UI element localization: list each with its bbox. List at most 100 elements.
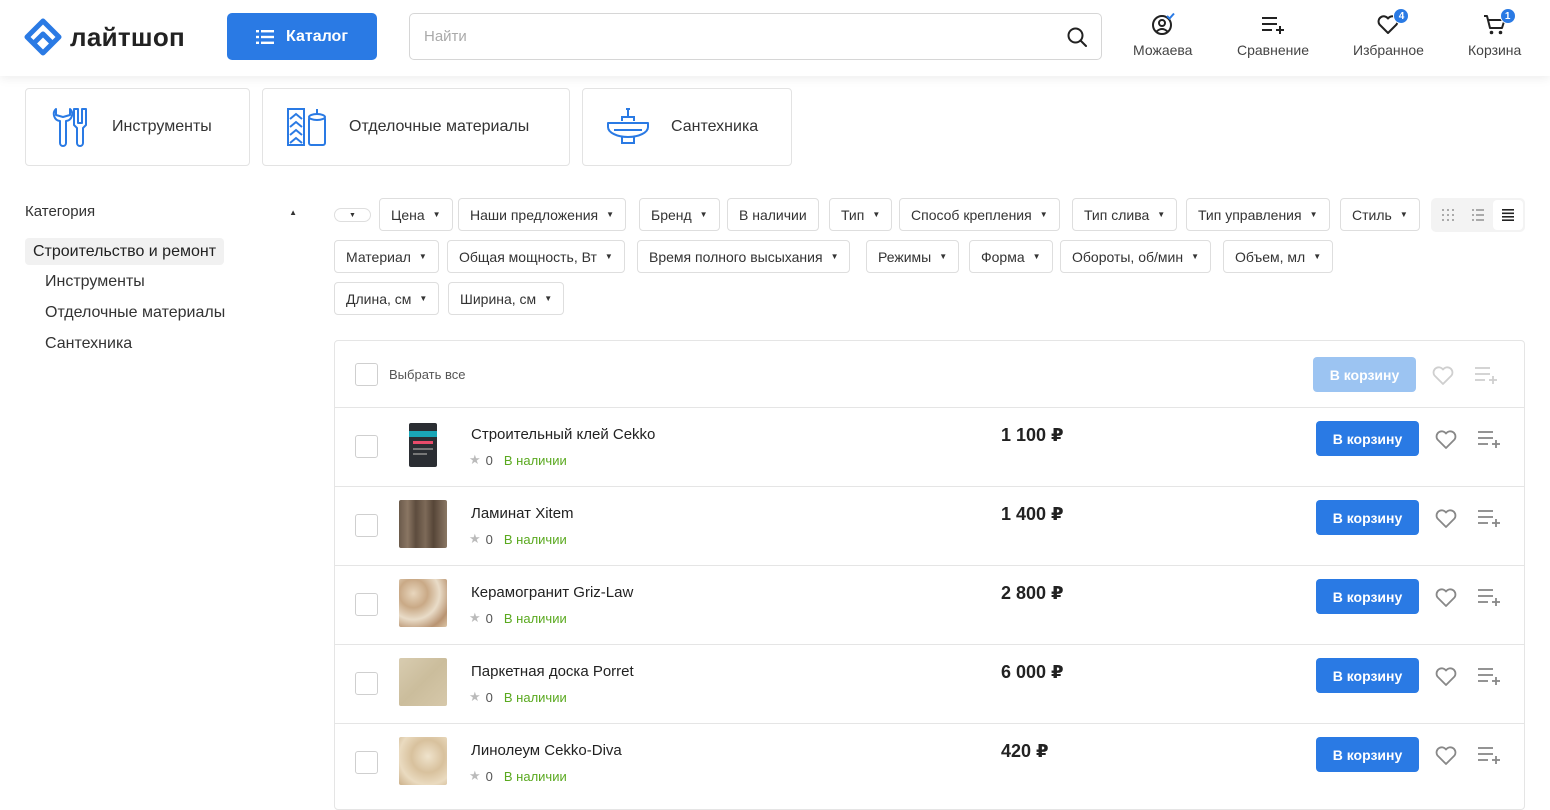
filter-label: Материал [346, 248, 411, 265]
product-name[interactable]: Ламинат Xitem [471, 505, 574, 522]
product-name[interactable]: Паркетная доска Porret [471, 663, 634, 680]
compare-icon [1260, 12, 1286, 38]
site-header: лайтшоп Каталог Можаева [0, 0, 1550, 76]
sidebar-item-tools[interactable]: Инструменты [45, 273, 145, 291]
compare-icon[interactable] [1477, 429, 1501, 451]
filter-volume[interactable]: Объем, мл ▼ [1223, 240, 1334, 273]
filter-collapsed[interactable]: ▼ [334, 208, 371, 222]
filter-price[interactable]: Цена ▼ [379, 198, 453, 231]
caret-down-icon: ▼ [606, 210, 615, 219]
table-header-row: Выбрать все В корзину [335, 341, 1524, 408]
caret-down-icon: ▼ [872, 210, 881, 219]
product-meta: ★ 0 В наличии [469, 531, 567, 547]
user-name: Можаева [1133, 42, 1193, 58]
add-to-cart-button[interactable]: В корзину [1316, 658, 1419, 693]
category-card-finishing[interactable]: Отделочные материалы [262, 88, 570, 166]
filter-style[interactable]: Стиль ▼ [1340, 198, 1420, 231]
bulk-add-to-cart-button[interactable]: В корзину [1313, 357, 1416, 392]
heart-icon[interactable] [1432, 365, 1454, 387]
heart-icon[interactable] [1435, 745, 1457, 767]
caret-down-icon: ▼ [432, 210, 441, 219]
filter-drain-type[interactable]: Тип слива ▼ [1072, 198, 1178, 231]
logo[interactable]: лайтшоп [24, 18, 185, 56]
compare-icon[interactable] [1477, 666, 1501, 688]
compare-label: Сравнение [1237, 42, 1309, 58]
add-to-cart-button[interactable]: В корзину [1316, 579, 1419, 614]
finishing-materials-icon [287, 108, 326, 146]
row-checkbox[interactable] [355, 593, 378, 616]
filter-power[interactable]: Общая мощность, Вт ▼ [447, 240, 625, 273]
filter-label: Длина, см [346, 290, 412, 307]
filter-label: Способ крепления [911, 206, 1032, 223]
caret-down-icon: ▼ [1039, 210, 1048, 219]
filter-label: В наличии [739, 206, 807, 223]
cart-link[interactable]: 1 Корзина [1468, 8, 1521, 58]
sidebar-item-active[interactable]: Строительство и ремонт [25, 238, 225, 265]
sidebar-item-finishing[interactable]: Отделочные материалы [45, 304, 225, 322]
sidebar-item-plumbing[interactable]: Сантехника [45, 335, 132, 353]
select-all-checkbox[interactable] [355, 363, 378, 386]
product-image[interactable] [399, 658, 447, 706]
view-toggle [1431, 198, 1525, 232]
compare-icon[interactable] [1477, 587, 1501, 609]
category-card-tools[interactable]: Инструменты [25, 88, 250, 166]
compare-icon[interactable] [1477, 508, 1501, 530]
caret-up-icon: ▲ [289, 208, 297, 217]
search-icon[interactable] [1067, 27, 1087, 47]
filter-control-type[interactable]: Тип управления ▼ [1186, 198, 1330, 231]
search-bar [409, 13, 1102, 60]
favorites-link[interactable]: 4 Избранное [1353, 8, 1424, 58]
grid-view-icon[interactable] [1433, 200, 1463, 230]
filter-brand[interactable]: Бренд ▼ [639, 198, 720, 231]
filter-width[interactable]: Ширина, см ▼ [448, 282, 565, 315]
category-card-plumbing[interactable]: Сантехника [582, 88, 792, 166]
filter-modes[interactable]: Режимы ▼ [866, 240, 960, 273]
filter-label: Цена [391, 206, 425, 223]
filter-length[interactable]: Длина, см ▼ [334, 282, 440, 315]
filter-rpm[interactable]: Обороты, об/мин ▼ [1060, 240, 1212, 273]
filter-drying-time[interactable]: Время полного высыхания ▼ [637, 240, 851, 273]
caret-down-icon: ▼ [418, 252, 427, 261]
product-image[interactable] [399, 579, 447, 627]
caret-down-icon: ▼ [699, 210, 708, 219]
table-view-icon[interactable] [1493, 200, 1523, 230]
compare-icon[interactable] [1477, 745, 1501, 767]
search-input[interactable] [424, 28, 1067, 45]
filter-offers[interactable]: Наши предложения ▼ [458, 198, 627, 231]
compare-icon[interactable] [1474, 365, 1498, 387]
row-checkbox[interactable] [355, 435, 378, 458]
product-image[interactable] [399, 421, 447, 469]
filter-type[interactable]: Тип ▼ [829, 198, 893, 231]
filter-in-stock[interactable]: В наличии [727, 198, 819, 231]
product-name[interactable]: Строительный клей Cekko [471, 426, 655, 443]
sidebar-category-header[interactable]: Категория ▲ [25, 203, 297, 220]
filter-label: Время полного высыхания [649, 248, 823, 265]
rating-value: 0 [485, 689, 493, 705]
add-to-cart-button[interactable]: В корзину [1316, 421, 1419, 456]
heart-icon[interactable] [1435, 508, 1457, 530]
product-image[interactable] [399, 500, 447, 548]
product-image[interactable] [399, 737, 447, 785]
row-checkbox[interactable] [355, 514, 378, 537]
compare-link[interactable]: Сравнение [1237, 12, 1309, 58]
filter-material[interactable]: Материал ▼ [334, 240, 439, 273]
add-to-cart-button[interactable]: В корзину [1316, 737, 1419, 772]
add-to-cart-button[interactable]: В корзину [1316, 500, 1419, 535]
list-view-icon[interactable] [1463, 200, 1493, 230]
filter-mounting[interactable]: Способ крепления ▼ [899, 198, 1060, 231]
heart-icon[interactable] [1435, 666, 1457, 688]
heart-icon[interactable] [1435, 429, 1457, 451]
product-name[interactable]: Керамогранит Griz-Law [471, 584, 633, 601]
caret-down-icon: ▼ [349, 211, 356, 219]
filter-label: Объем, мл [1235, 248, 1306, 265]
product-name[interactable]: Линолеум Cekko-Diva [471, 742, 622, 759]
row-checkbox[interactable] [355, 672, 378, 695]
heart-icon: 4 [1375, 8, 1410, 38]
filter-label: Тип [841, 206, 865, 223]
row-checkbox[interactable] [355, 751, 378, 774]
filter-shape[interactable]: Форма ▼ [969, 240, 1053, 273]
product-meta: ★ 0 В наличии [469, 689, 567, 705]
catalog-button[interactable]: Каталог [227, 13, 377, 60]
user-profile[interactable]: Можаева [1133, 12, 1192, 58]
heart-icon[interactable] [1435, 587, 1457, 609]
